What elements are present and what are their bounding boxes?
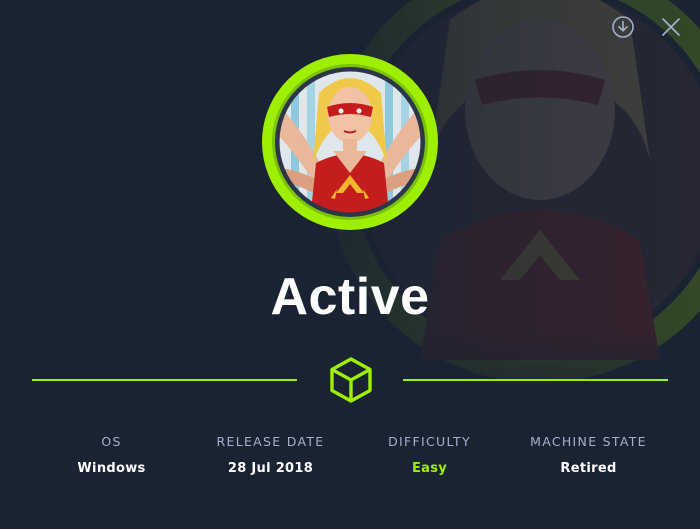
download-button[interactable] <box>610 14 636 40</box>
divider-right <box>403 379 668 381</box>
stat-value: Retired <box>560 461 617 476</box>
stat-value: 28 Jul 2018 <box>227 461 314 476</box>
divider-left <box>32 379 297 381</box>
machine-avatar <box>262 54 438 230</box>
stat-os: OS Windows <box>32 432 191 479</box>
stat-release-date: RELEASE DATE 28 Jul 2018 <box>191 432 350 479</box>
stat-label: RELEASE DATE <box>216 434 325 449</box>
stat-label: DIFFICULTY <box>388 434 471 449</box>
machine-stats: OS Windows RELEASE DATE 28 Jul 2018 DIFF… <box>32 432 668 479</box>
close-button[interactable] <box>658 14 684 40</box>
top-toolbar <box>610 14 684 40</box>
stat-difficulty: DIFFICULTY Easy <box>350 432 509 479</box>
cube-icon <box>330 357 372 403</box>
stat-machine-state: MACHINE STATE Retired <box>509 432 668 479</box>
stat-label: OS <box>101 434 122 449</box>
download-circle-icon <box>612 16 634 38</box>
stat-label: MACHINE STATE <box>530 434 647 449</box>
stat-value: Windows <box>77 461 146 476</box>
machine-card: Active OS Windows RELEASE DATE 28 Jul 20… <box>0 0 700 529</box>
machine-title: Active <box>270 268 430 326</box>
stat-value-difficulty: Easy <box>411 461 448 476</box>
close-icon <box>662 18 680 36</box>
